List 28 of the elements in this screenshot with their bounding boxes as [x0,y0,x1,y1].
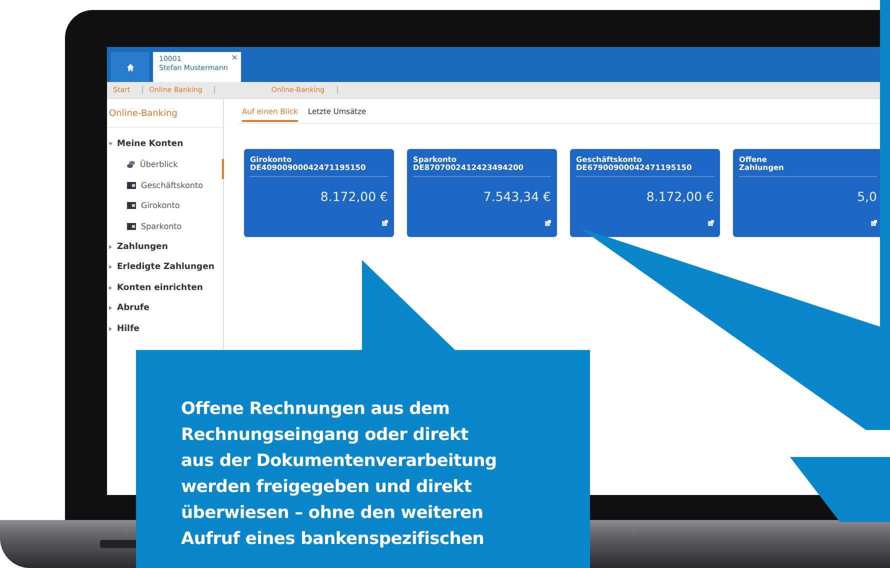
close-button[interactable]: × [231,53,238,62]
external-link-icon [382,220,388,226]
nav-item[interactable]: Konten einrichten [107,278,223,298]
external-link-icon [545,220,551,226]
nav-item[interactable]: Abrufe [107,298,223,318]
tile-amount: 5,0 [856,189,877,204]
nav-item[interactable]: Zahlungen [107,236,223,257]
nav-subitem[interactable]: Girokonto [107,196,223,216]
card-icon [127,222,136,230]
nav-subitem[interactable]: Geschäftskonto [107,175,223,196]
tile-amount: 8.172,00 € [645,189,714,204]
nav-item[interactable]: Meine Konten [107,134,223,154]
tile-amount: 7.543,34 € [482,189,551,204]
callout-text: Offene Rechnungen aus dem Rechnungseingang oder direkt aus der Dokumentenverarbeitung werden freigegeben und direkt überwiesen – ohne den weiteren Aufruf eines bankenspezifischen [181,398,498,551]
tile-amount: 8.172,00 € [319,189,388,204]
scroll-marker [222,159,224,179]
nav-subitem[interactable]: Sparkonto [107,216,223,236]
nav-item[interactable]: Erledigte Zahlungen [107,257,223,278]
external-link-icon [708,220,714,226]
sidebar-title: Online-Banking [107,105,223,128]
home-tab[interactable] [111,52,149,82]
home-icon [126,62,134,72]
coins-icon [127,161,135,168]
nav-item[interactable]: Hilfe [107,318,223,339]
external-link-icon [871,220,877,226]
card-icon [127,182,136,189]
card-icon [127,202,136,210]
nav-subitem[interactable]: Überblick [107,154,223,175]
